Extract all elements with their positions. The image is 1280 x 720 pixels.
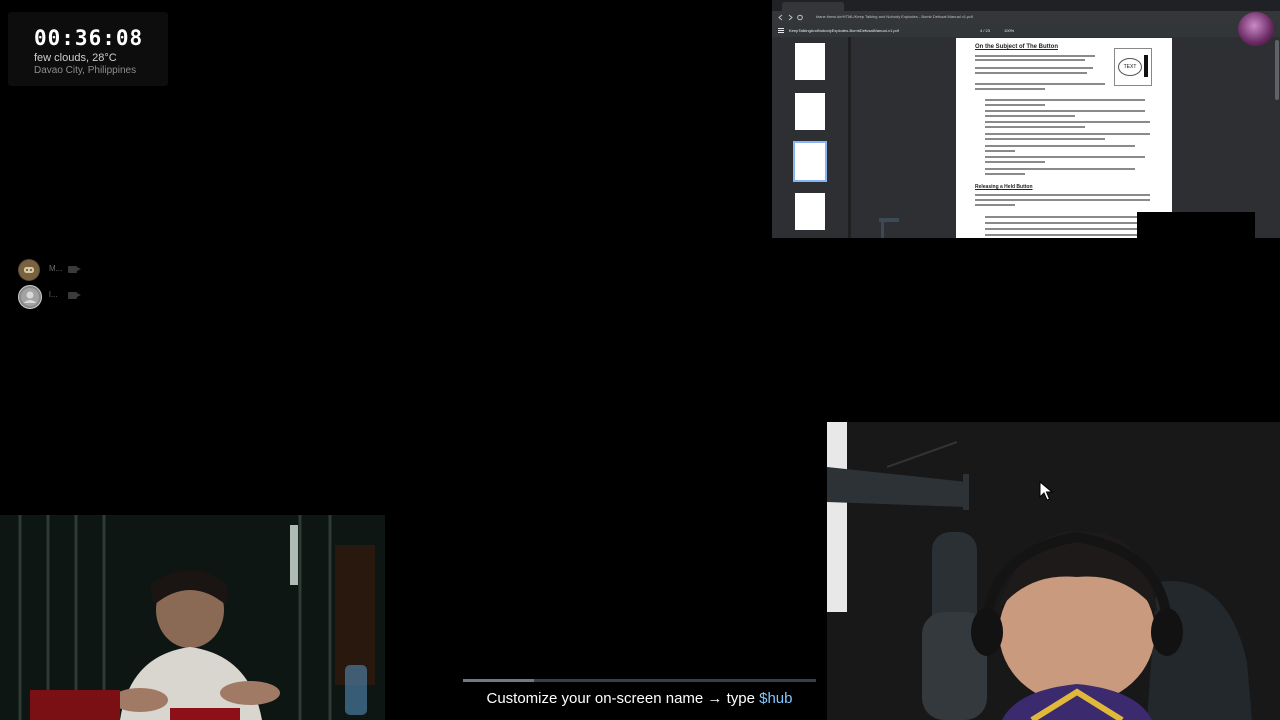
participant-name: M... [49,264,63,273]
webcam-right [827,422,1280,720]
banner-progress-fill [463,679,534,682]
camera-icon [68,266,81,273]
webcam-scene-icon [827,422,1280,720]
webcam-scene-icon [0,515,385,720]
clock-widget: 00:36:08 few clouds, 28°C Davao City, Ph… [8,12,168,86]
thumbnail-sidebar [772,37,851,238]
page-indicator[interactable]: 4 / 23 [980,28,990,33]
page-thumbnail[interactable] [795,93,825,130]
avatar-icon [18,285,42,309]
banner-prefix: Customize your on-screen name → type [486,690,760,707]
participant-name: l... [49,290,58,299]
name-customize-banner: Customize your on-screen name → type $hu… [463,679,816,720]
pdf-filename: KeepTalkingAndNobodyExplodes-BombDefusal… [789,28,899,33]
location-text: Davao City, Philippines [34,65,137,76]
browser-tab[interactable] [782,2,844,11]
page-scrollbar[interactable] [1275,40,1279,100]
zoom-level[interactable]: 100% [1004,28,1014,33]
webcam-left [0,515,385,720]
page-heading: On the Subject of The Button [975,44,1058,50]
streamer-logo-icon [1238,12,1274,46]
menu-icon[interactable] [778,28,784,33]
weather-text: few clouds, 28°C [34,52,117,64]
button-diagram: TEXT [1114,48,1152,86]
banner-command: $hub [759,690,793,707]
banner-text: Customize your on-screen name → type $hu… [463,690,816,707]
page-thumbnail[interactable] [795,43,825,80]
address-bar[interactable]: ktane.timwi.de/HTML/Keep Talking and Nob… [772,11,1280,24]
page-thumbnail-selected[interactable] [793,141,827,182]
url-text: ktane.timwi.de/HTML/Keep Talking and Nob… [816,14,973,19]
button-label: TEXT [1118,58,1142,76]
mini-cam-overlay [1137,212,1255,238]
webcam-sliver-icon [879,218,899,238]
indicator-strip [1144,55,1148,77]
discord-icon [18,259,40,281]
page-thumbnail[interactable] [795,193,825,230]
mouse-cursor-icon [1039,481,1053,501]
sidebar-scrollbar[interactable] [848,37,851,238]
clock-time: 00:36:08 [34,26,144,50]
browser-capture[interactable]: ktane.timwi.de/HTML/Keep Talking and Nob… [772,0,1280,238]
tab-strip [772,0,1280,11]
nav-arrows-icon[interactable] [778,14,808,21]
pdf-toolbar: KeepTalkingAndNobodyExplodes-BombDefusal… [772,24,1280,37]
banner-progress-track [463,679,816,682]
camera-icon [68,292,81,299]
section-heading: Releasing a Held Button [975,184,1033,190]
pdf-page: On the Subject of The Button Releasing a… [956,38,1172,238]
